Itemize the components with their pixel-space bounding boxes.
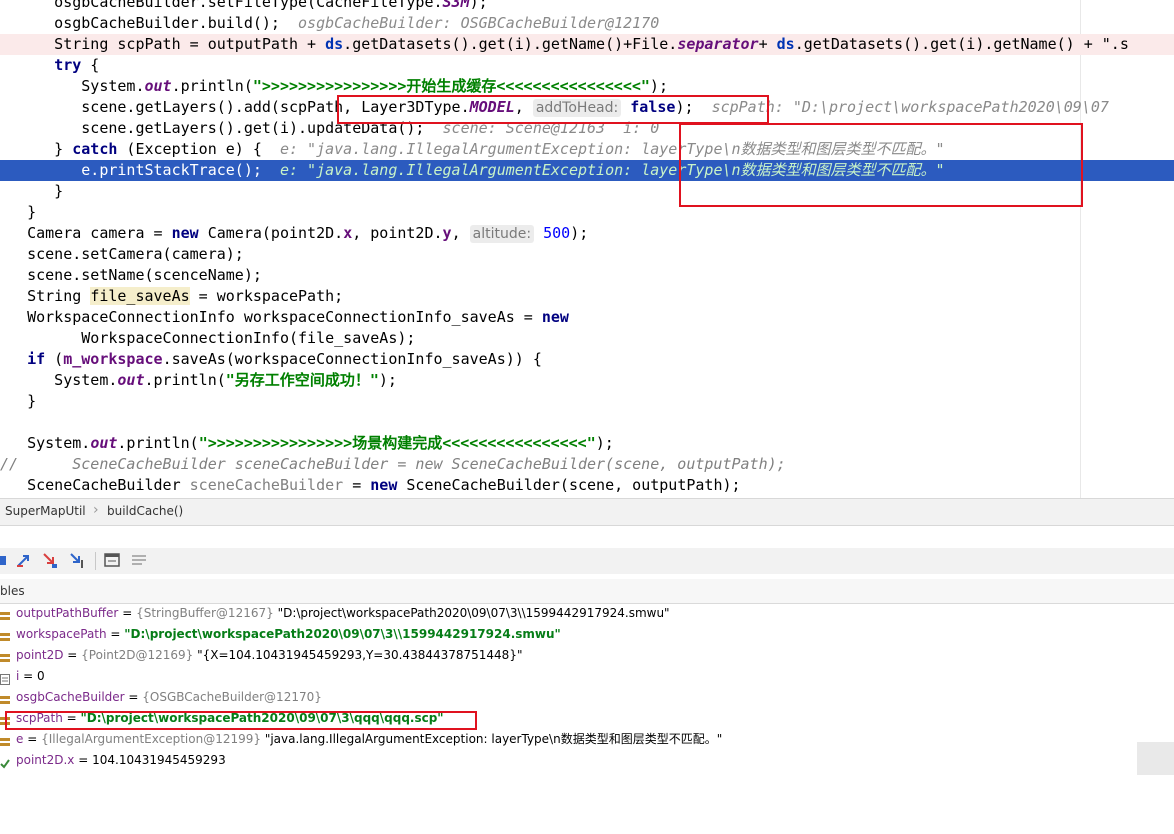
breadcrumb-method[interactable]: buildCache() [107,504,183,518]
annotation-box-scppath [5,711,477,730]
code-line[interactable]: osgbCacheBuilder.setFileType(CacheFileTy… [0,0,488,13]
code-line[interactable]: System.out.println(">>>>>>>>>>>>>>>>场景构建… [0,433,614,454]
evaluate-expression-icon[interactable] [103,551,121,569]
chevron-right-icon: › [93,502,99,518]
right-margin-guide [1080,0,1081,498]
primitive-icon [0,671,10,685]
inline-debug-value: osgbCacheBuilder: OSGBCacheBuilder@12170 [298,14,660,32]
code-line[interactable]: WorkspaceConnectionInfo(file_saveAs); [0,328,415,349]
code-line[interactable]: scene.setCamera(camera); [0,244,244,265]
field-icon [0,650,10,662]
breadcrumb: SuperMapUtil › buildCache() [0,498,1174,526]
step-out-icon[interactable] [68,551,86,569]
code-editor[interactable]: osgbCacheBuilder.setFileType(CacheFileTy… [0,0,1174,498]
field-icon [0,629,10,641]
scrollbar-thumb[interactable] [1137,742,1174,775]
variable-row[interactable]: outputPathBuffer = {StringBuffer@12167} … [0,603,1174,624]
annotation-box-add-call [337,95,769,124]
variable-row[interactable]: point2D.x = 104.10431945459293 [0,750,1174,771]
breadcrumb-class[interactable]: SuperMapUtil [5,504,86,518]
code-line[interactable]: Camera camera = new Camera(point2D.x, po… [0,223,588,244]
annotation-box-exception [679,123,1083,207]
code-line[interactable]: WorkspaceConnectionInfo workspaceConnect… [0,307,569,328]
watch-icon [0,755,10,769]
variables-panel-header: bles [0,579,1174,604]
code-line[interactable]: } [0,181,63,202]
force-step-into-icon[interactable] [41,551,59,569]
field-icon [0,692,10,704]
code-line[interactable]: } [0,391,36,412]
commented-code-line[interactable]: // SceneCacheBuilder sceneCacheBuilder =… [0,454,786,475]
code-line[interactable]: osgbCacheBuilder.build(); osgbCacheBuild… [0,13,659,34]
variable-row[interactable]: osgbCacheBuilder = {OSGBCacheBuilder@121… [0,687,1174,708]
code-line[interactable]: System.out.println(">>>>>>>>>>>>>>>>开始生成… [0,76,668,97]
parameter-hint: altitude: [469,225,535,243]
code-line[interactable]: SceneCacheBuilder sceneCacheBuilder = ne… [0,475,740,496]
field-icon [0,608,10,620]
variables-panel-title: bles [0,584,25,598]
debugger-toolbar [0,548,1174,574]
step-over-icon[interactable] [0,551,10,569]
code-line[interactable]: System.out.println("另存工作空间成功！"); [0,370,397,391]
code-line[interactable]: scene.setName(scenceName); [0,265,262,286]
step-into-icon[interactable] [15,551,33,569]
variable-row[interactable]: point2D = {Point2D@12169} "{X=104.104319… [0,645,1174,666]
trace-current-stream-icon[interactable] [130,551,148,569]
code-line[interactable]: String scpPath = outputPath + ds.getData… [0,34,1174,55]
code-line[interactable]: } [0,202,36,223]
variable-row[interactable]: workspacePath = "D:\project\workspacePat… [0,624,1174,645]
toolbar-divider [95,552,96,570]
code-line[interactable]: try { [0,55,99,76]
variable-row[interactable]: i = 0 [0,666,1174,687]
inline-debug-value: scpPath: "D:\project\workspacePath2020\0… [711,98,1109,116]
code-line[interactable]: if (m_workspace.saveAs(workspaceConnecti… [0,349,542,370]
variable-row[interactable]: e = {IllegalArgumentException@12199} "ja… [0,729,1174,750]
field-icon [0,734,10,746]
code-line[interactable]: String file_saveAs = workspacePath; [0,286,343,307]
